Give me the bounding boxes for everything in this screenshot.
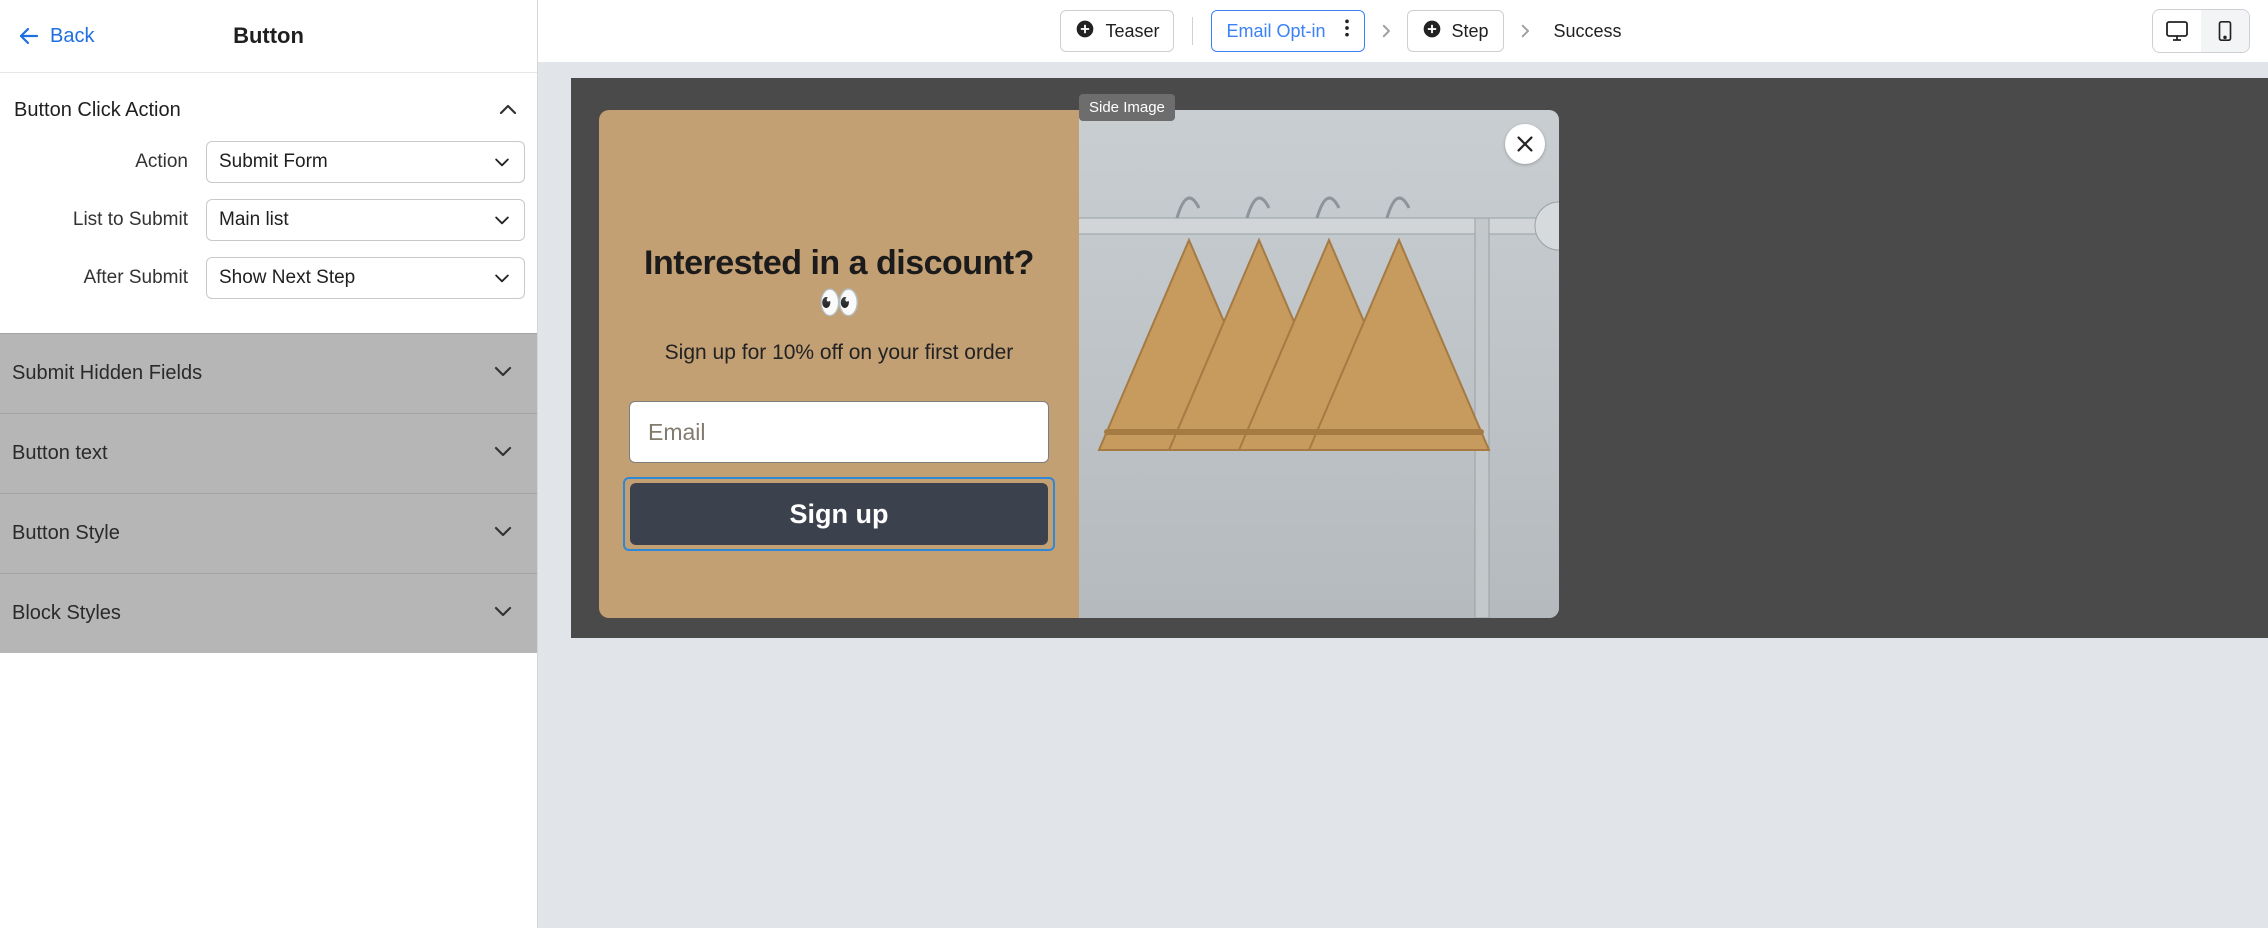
section-block-styles[interactable]: Block Styles	[0, 573, 537, 653]
right-pane: Teaser Email Opt-in Step Success	[538, 0, 2268, 928]
step-strip: Teaser Email Opt-in Step Success	[1060, 10, 1629, 52]
select-action[interactable]: Submit Form	[206, 141, 525, 183]
select-value: Show Next Step	[219, 267, 355, 289]
hanger-image	[1079, 110, 1559, 618]
mobile-icon	[2217, 20, 2233, 42]
section-submit-hidden-fields[interactable]: Submit Hidden Fields	[0, 333, 537, 413]
button-label: Sign up	[790, 499, 889, 529]
select-list-to-submit[interactable]: Main list	[206, 199, 525, 241]
field-after-submit: After Submit Show Next Step	[12, 249, 525, 307]
section-title: Submit Hidden Fields	[12, 362, 202, 385]
popup-subhead: Sign up for 10% off on your first order	[665, 341, 1014, 365]
popup-close-button[interactable]	[1505, 124, 1545, 164]
step-step[interactable]: Step	[1407, 10, 1504, 52]
panel-body: Button Click Action Action Submit Form L…	[0, 73, 537, 928]
device-mobile-button[interactable]	[2201, 10, 2249, 52]
canvas-frame: Side Image Interested in a discount? 👀 S…	[571, 78, 2268, 638]
field-label: Action	[12, 151, 188, 173]
plus-circle-icon	[1422, 19, 1442, 44]
popup-left: Interested in a discount? 👀 Sign up for …	[599, 110, 1079, 618]
chevron-down-icon	[491, 359, 515, 388]
popup-side-image[interactable]	[1079, 110, 1559, 618]
back-button[interactable]: Back	[12, 18, 98, 54]
select-value: Submit Form	[219, 151, 328, 173]
popup-button-selection[interactable]: Sign up	[623, 477, 1055, 551]
step-teaser[interactable]: Teaser	[1060, 10, 1174, 52]
section-button-click-action: Button Click Action Action Submit Form L…	[0, 73, 537, 333]
toolbar: Teaser Email Opt-in Step Success	[538, 0, 2268, 62]
separator	[1192, 17, 1193, 45]
section-title: Button text	[12, 442, 108, 465]
section-title: Block Styles	[12, 602, 121, 625]
section-button-text[interactable]: Button text	[0, 413, 537, 493]
arrow-left-icon	[16, 24, 42, 48]
popup-signup-button[interactable]: Sign up	[630, 483, 1048, 545]
device-toggle	[2152, 9, 2250, 53]
left-panel: Back Button Button Click Action Action S…	[0, 0, 538, 928]
popup-email-input[interactable]: Email	[629, 401, 1049, 463]
step-label: Email Opt-in	[1226, 21, 1325, 42]
step-label: Success	[1554, 21, 1622, 42]
field-list-to-submit: List to Submit Main list	[12, 191, 525, 249]
step-label: Step	[1452, 21, 1489, 42]
desktop-icon	[2165, 20, 2189, 42]
back-button-label: Back	[50, 25, 94, 48]
device-desktop-button[interactable]	[2153, 10, 2201, 52]
chevron-down-icon	[492, 152, 512, 172]
step-label: Teaser	[1105, 21, 1159, 42]
field-label: List to Submit	[12, 209, 188, 231]
chevron-down-icon	[491, 439, 515, 468]
chevron-right-icon	[1516, 22, 1534, 40]
popup-headline: Interested in a discount? 👀	[631, 244, 1047, 323]
field-label: After Submit	[12, 267, 188, 289]
chevron-down-icon	[491, 519, 515, 548]
step-success[interactable]: Success	[1546, 10, 1630, 52]
chevron-up-icon	[493, 95, 523, 125]
popup: Side Image Interested in a discount? 👀 S…	[599, 110, 1559, 618]
input-placeholder: Email	[648, 419, 706, 446]
section-title: Button Click Action	[14, 99, 181, 122]
panel-header: Back Button	[0, 0, 537, 73]
side-image-tag: Side Image	[1079, 94, 1175, 121]
chevron-down-icon	[491, 599, 515, 628]
select-after-submit[interactable]: Show Next Step	[206, 257, 525, 299]
section-title: Button Style	[12, 522, 120, 545]
close-icon	[1514, 133, 1536, 155]
section-header[interactable]: Button Click Action	[12, 87, 525, 133]
section-button-style[interactable]: Button Style	[0, 493, 537, 573]
chevron-right-icon	[1377, 22, 1395, 40]
plus-circle-icon	[1075, 19, 1095, 44]
select-value: Main list	[219, 209, 289, 231]
step-email-optin[interactable]: Email Opt-in	[1211, 10, 1364, 52]
chevron-down-icon	[492, 268, 512, 288]
more-dots-icon[interactable]	[1344, 18, 1350, 44]
panel-title: Button	[233, 23, 304, 49]
chevron-down-icon	[492, 210, 512, 230]
canvas: Side Image Interested in a discount? 👀 S…	[538, 62, 2268, 928]
field-action: Action Submit Form	[12, 133, 525, 191]
